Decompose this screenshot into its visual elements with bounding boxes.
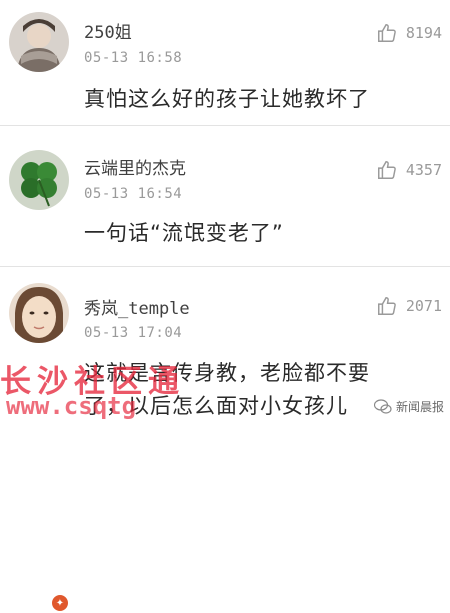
watermark-source-label: 新闻晨报 bbox=[395, 400, 444, 414]
like-count: 8194 bbox=[405, 24, 442, 42]
wechat-icon bbox=[373, 398, 392, 414]
timestamp: 05-13 16:54 bbox=[84, 186, 183, 202]
verified-badge-icon: ✦ bbox=[50, 593, 70, 613]
comment-item: 云端里的杰克 05-13 16:54 4357 一句话“流氓变老了” bbox=[0, 126, 450, 267]
comment-text: 真怕这么好的孩子让她教坏了 bbox=[84, 87, 370, 111]
timestamp: 05-13 16:58 bbox=[84, 50, 183, 66]
like-count: 2071 bbox=[405, 297, 442, 315]
watermark-source: 新闻晨报 bbox=[373, 398, 444, 415]
comment-text: 一句话“流氓变老了” bbox=[84, 221, 284, 245]
like-button[interactable]: 4357 bbox=[376, 159, 442, 181]
comment-item: 250姐 05-13 16:58 8194 真怕这么好的孩子让她教坏了 bbox=[0, 0, 450, 126]
avatar[interactable] bbox=[9, 12, 69, 72]
thumbs-up-icon bbox=[377, 161, 396, 179]
timestamp: 05-13 17:04 bbox=[84, 325, 183, 341]
username[interactable]: 云端里的杰克 bbox=[84, 154, 186, 179]
like-button[interactable]: 2071 bbox=[376, 295, 442, 317]
like-button[interactable]: 8194 bbox=[376, 22, 442, 44]
thumbs-up-icon bbox=[377, 24, 396, 42]
like-count: 4357 bbox=[405, 161, 442, 179]
watermark-site-url: www.csqtg bbox=[6, 392, 137, 420]
thumbs-up-icon bbox=[377, 297, 396, 315]
avatar[interactable] bbox=[9, 283, 69, 343]
username[interactable]: 250姐 bbox=[84, 18, 132, 43]
avatar[interactable] bbox=[9, 150, 69, 210]
username[interactable]: 秀岚_temple bbox=[84, 294, 190, 319]
